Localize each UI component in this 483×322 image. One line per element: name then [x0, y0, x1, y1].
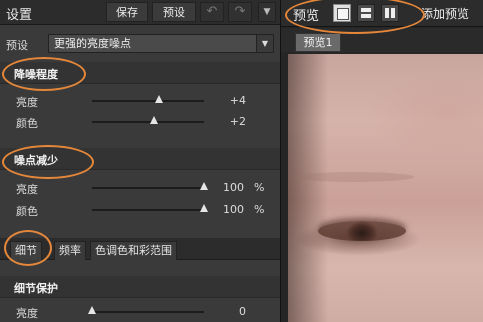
slider-value: 0 — [239, 305, 246, 318]
slider-thumb[interactable] — [200, 182, 208, 190]
detail-protection-header: 细节保护 — [0, 276, 280, 298]
speckle-reduction-header: 噪点减少 — [0, 148, 280, 170]
preview-label: 预览 — [293, 9, 320, 24]
slider-thumb[interactable] — [200, 204, 208, 212]
settings-panel: 设置 保存 预设 ↶ ↷ ▼ 预设 更强的亮度噪点 ▼ 降噪程度 亮度 +4 颜… — [0, 0, 280, 322]
detail-luminance-row: 亮度 0 — [0, 302, 280, 322]
slider-label: 亮度 — [16, 307, 38, 320]
vertical-split-icon[interactable] — [381, 4, 399, 22]
slider-label: 亮度 — [16, 96, 38, 109]
noise-color-row: 颜色 +2 — [0, 112, 280, 132]
eye — [318, 221, 406, 241]
hair-shadow — [288, 54, 328, 322]
speckle-luminance-slider[interactable] — [92, 182, 208, 190]
slider-unit: % — [254, 181, 265, 194]
slider-unit: % — [254, 203, 265, 216]
speckle-color-slider[interactable] — [92, 204, 208, 212]
tab-frequency[interactable]: 频率 — [54, 241, 86, 260]
noise-reduction-header: 降噪程度 — [0, 62, 280, 84]
slider-value: +2 — [229, 115, 246, 128]
tab-preview-1[interactable]: 预览1 — [295, 33, 341, 52]
preset-select-value: 更强的亮度噪点 — [54, 37, 131, 50]
preset-row: 预设 更强的亮度噪点 ▼ — [0, 32, 280, 56]
single-view-icon[interactable] — [333, 4, 351, 22]
settings-toolbar: 设置 保存 预设 ↶ ↷ ▼ — [0, 0, 280, 25]
preview-toolbar: 预览 添加预览 — [281, 0, 483, 27]
settings-title: 设置 — [6, 8, 33, 23]
undo-icon[interactable]: ↶ — [200, 2, 224, 22]
preview-panel: 预览 添加预览 预览1 — [280, 0, 483, 322]
detail-protection-title: 细节保护 — [14, 282, 58, 295]
preset-button[interactable]: 预设 — [152, 2, 196, 22]
tab-tone-color-range[interactable]: 色调色和彩范围 — [90, 241, 177, 260]
menu-dropdown-icon[interactable]: ▼ — [258, 2, 276, 22]
slider-label: 亮度 — [16, 183, 38, 196]
detail-luminance-slider[interactable] — [88, 306, 204, 314]
speckle-reduction-title: 噪点减少 — [14, 154, 58, 167]
eyebrow-area — [294, 172, 414, 182]
slider-value: 100 — [223, 203, 244, 216]
preset-label: 预设 — [6, 39, 28, 52]
save-button[interactable]: 保存 — [106, 2, 148, 22]
preview-image[interactable] — [288, 54, 483, 322]
slider-label: 颜色 — [16, 205, 38, 218]
noise-color-slider[interactable] — [92, 116, 204, 124]
detail-tabs: 细节 频率 色调色和彩范围 — [0, 238, 280, 260]
slider-value: +4 — [229, 94, 246, 107]
slider-thumb[interactable] — [155, 95, 164, 103]
redo-icon[interactable]: ↷ — [228, 2, 252, 22]
add-preview-button[interactable]: 添加预览 — [421, 5, 469, 22]
noise-reduction-title: 降噪程度 — [14, 68, 58, 81]
slider-thumb[interactable] — [149, 116, 158, 124]
preset-select[interactable]: 更强的亮度噪点 ▼ — [48, 34, 274, 53]
noise-luminance-slider[interactable] — [92, 95, 204, 103]
noise-luminance-row: 亮度 +4 — [0, 91, 280, 111]
slider-label: 颜色 — [16, 117, 38, 130]
chevron-down-icon[interactable]: ▼ — [256, 35, 273, 52]
preview-tab-bar: 预览1 — [281, 28, 483, 52]
slider-value: 100 — [223, 181, 244, 194]
slider-thumb[interactable] — [88, 306, 96, 314]
tab-detail[interactable]: 细节 — [10, 241, 42, 260]
speckle-color-row: 颜色 100 % — [0, 200, 280, 220]
speckle-luminance-row: 亮度 100 % — [0, 178, 280, 198]
horizontal-split-icon[interactable] — [357, 4, 375, 22]
